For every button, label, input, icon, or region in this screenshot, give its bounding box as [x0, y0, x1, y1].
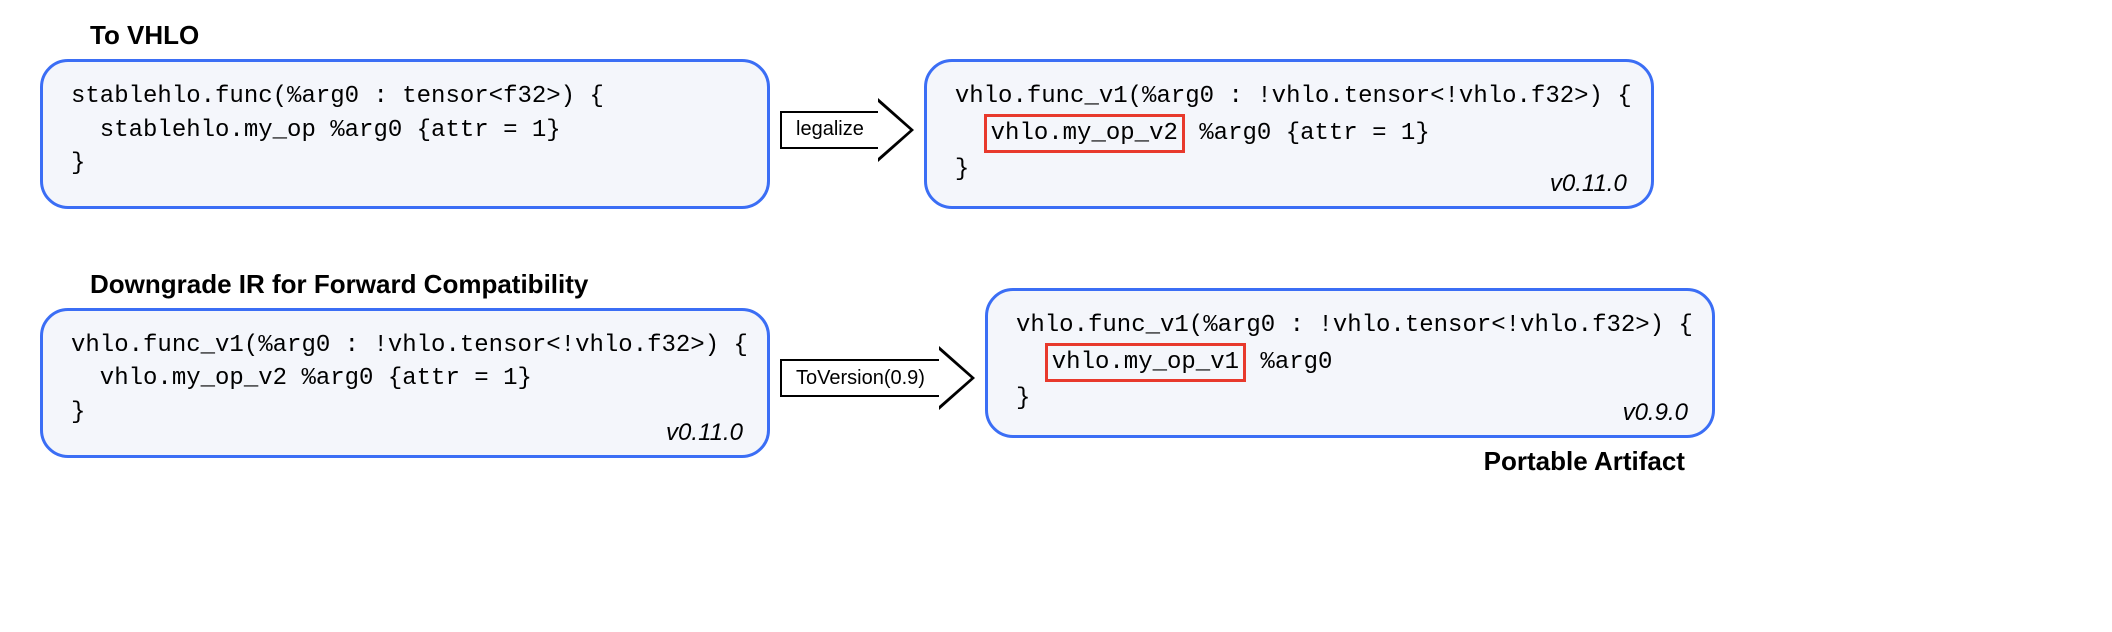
code-box-vhlo-output: vhlo.func_v1(%arg0 : !vhlo.tensor<!vhlo.… — [924, 59, 1654, 209]
code-line: } — [1016, 385, 1030, 412]
arrow-label: ToVersion(0.9) — [780, 359, 939, 397]
right-col: vhlo.func_v1(%arg0 : !vhlo.tensor<!vhlo.… — [985, 249, 1715, 477]
code-line: stablehlo.my_op %arg0 {attr = 1} — [71, 117, 561, 144]
row-to-vhlo: To VHLO stablehlo.func(%arg0 : tensor<f3… — [40, 20, 2072, 209]
code-content: vhlo.func_v1(%arg0 : !vhlo.tensor<!vhlo.… — [1016, 309, 1684, 416]
code-line: } — [955, 156, 969, 183]
code-content: vhlo.func_v1(%arg0 : !vhlo.tensor<!vhlo.… — [71, 329, 739, 430]
code-box-vhlo-input: vhlo.func_v1(%arg0 : !vhlo.tensor<!vhlo.… — [40, 308, 770, 458]
code-line: vhlo.func_v1(%arg0 : !vhlo.tensor<!vhlo.… — [955, 83, 1632, 110]
spacer-title — [974, 20, 1654, 51]
left-block-container: To VHLO stablehlo.func(%arg0 : tensor<f3… — [40, 20, 770, 209]
code-line: } — [71, 150, 85, 177]
footer-portable-artifact: Portable Artifact — [985, 446, 1685, 477]
arrow-head-icon — [878, 98, 914, 162]
code-line: vhlo.func_v1(%arg0 : !vhlo.tensor<!vhlo.… — [71, 332, 748, 359]
highlight-op-v2: vhlo.my_op_v2 — [984, 114, 1185, 154]
arrow: ToVersion(0.9) — [780, 346, 975, 410]
code-indent — [955, 120, 984, 147]
code-line: vhlo.func_v1(%arg0 : !vhlo.tensor<!vhlo.… — [1016, 312, 1693, 339]
version-tag: v0.11.0 — [1550, 170, 1627, 198]
section-title-downgrade: Downgrade IR for Forward Compatibility — [90, 269, 770, 300]
row-downgrade: Downgrade IR for Forward Compatibility v… — [40, 249, 2072, 477]
right-block-container: vhlo.func_v1(%arg0 : !vhlo.tensor<!vhlo.… — [924, 20, 1654, 209]
section-title-to-vhlo: To VHLO — [90, 20, 770, 51]
arrow: legalize — [780, 98, 914, 162]
code-rest: %arg0 — [1246, 349, 1332, 376]
highlight-op-v1: vhlo.my_op_v1 — [1045, 343, 1246, 383]
code-line: stablehlo.func(%arg0 : tensor<f32>) { — [71, 83, 604, 110]
code-content: vhlo.func_v1(%arg0 : !vhlo.tensor<!vhlo.… — [955, 80, 1623, 187]
arrow-legalize: legalize — [780, 98, 914, 162]
arrow-head-icon — [939, 346, 975, 410]
code-box-stablehlo-input: stablehlo.func(%arg0 : tensor<f32>) { st… — [40, 59, 770, 209]
spacer-title — [1035, 249, 1715, 280]
arrow-label: legalize — [780, 111, 878, 149]
code-content: stablehlo.func(%arg0 : tensor<f32>) { st… — [71, 80, 739, 181]
code-box-portable-artifact: vhlo.func_v1(%arg0 : !vhlo.tensor<!vhlo.… — [985, 288, 1715, 438]
code-rest: %arg0 {attr = 1} — [1185, 120, 1430, 147]
code-line: vhlo.my_op_v2 %arg0 {attr = 1} — [71, 365, 532, 392]
version-tag: v0.9.0 — [1623, 399, 1688, 427]
code-indent — [1016, 349, 1045, 376]
version-tag: v0.11.0 — [666, 419, 743, 447]
arrow-toversion: ToVersion(0.9) — [780, 346, 975, 410]
right-block-container: vhlo.func_v1(%arg0 : !vhlo.tensor<!vhlo.… — [985, 249, 1715, 438]
code-line: } — [71, 399, 85, 426]
left-block-container: Downgrade IR for Forward Compatibility v… — [40, 269, 770, 458]
